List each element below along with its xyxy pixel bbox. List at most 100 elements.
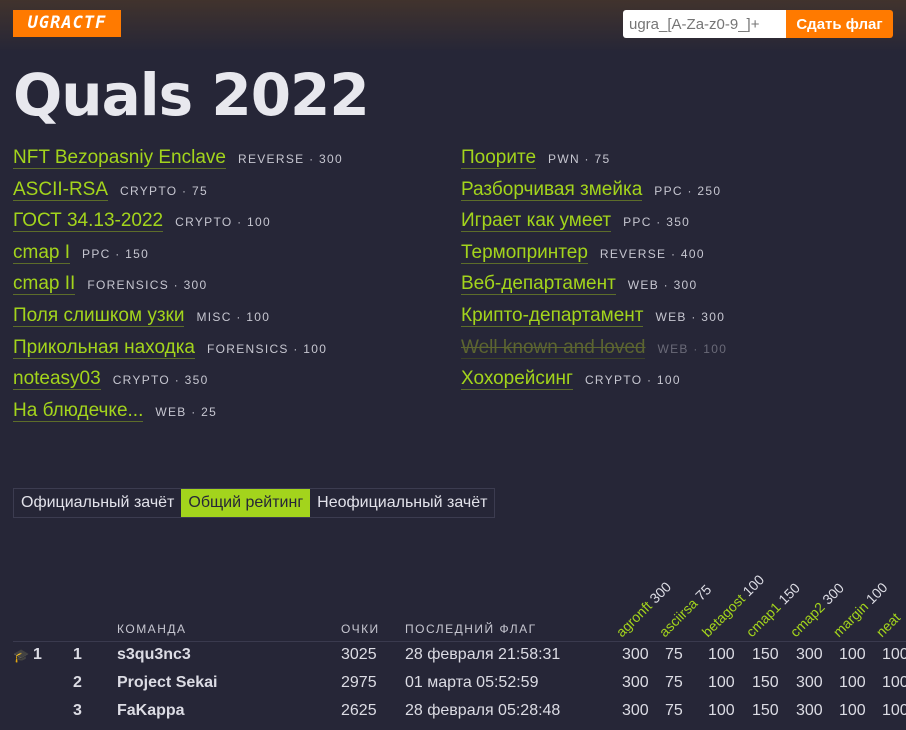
task-meta: WEB · 300	[627, 278, 698, 293]
table-row: 2 Project Sekai 2975 01 марта 05:52:59 300 75…	[0, 674, 906, 702]
task-score: 75	[665, 646, 683, 663]
task-score: 300	[622, 702, 649, 719]
task-column-name: neat	[872, 609, 904, 640]
tab-0[interactable]: Официальный зачёт	[14, 489, 181, 517]
task-item: NFT Bezopasniy Enclave REVERSE · 300	[13, 145, 343, 177]
task-column-header[interactable]: neat	[873, 609, 904, 640]
task-column-points: 100	[862, 579, 891, 607]
table-row: 3 FaKappa 2625 28 февраля 05:28:48 300 75 100 1…	[0, 702, 906, 730]
header-last-flag: ПОСЛЕДНИЙ ФЛАГ	[405, 622, 537, 636]
task-score: 300	[796, 702, 823, 719]
task-link[interactable]: Поля слишком узки	[13, 304, 185, 327]
task-link[interactable]: Играет как умеет	[461, 210, 612, 233]
task-column-name: margin	[829, 598, 872, 640]
task-column-points: 300	[819, 579, 847, 608]
tab-2[interactable]: Неофициальный зачёт	[310, 489, 494, 517]
official-place: 1	[33, 646, 42, 663]
task-item: Well known and loved WEB · 100	[461, 335, 727, 367]
team-name: Project Sekai	[117, 674, 218, 691]
task-list-left: NFT Bezopasniy Enclave REVERSE · 300 ASCII…	[13, 145, 343, 429]
flag-form: Сдать флаг	[623, 10, 893, 38]
task-item: Играет как умеет PPC · 350	[461, 208, 727, 240]
task-column-points: 100	[739, 571, 768, 600]
task-item: Хохорейсинг CRYPTO · 100	[461, 366, 727, 398]
task-meta: PPC · 350	[623, 215, 691, 230]
task-column-name: asciirsa	[655, 595, 701, 640]
task-meta: CRYPTO · 100	[584, 373, 681, 388]
task-score: 100	[839, 674, 866, 691]
tab-1[interactable]: Общий рейтинг	[181, 489, 311, 517]
task-score: 100	[882, 702, 906, 719]
page-title: Quals 2022	[13, 61, 370, 129]
task-link[interactable]: Крипто-департамент	[461, 304, 644, 327]
team-points: 2625	[341, 702, 377, 719]
team-name: FaKappa	[117, 702, 185, 719]
task-item: Поорите PWN · 75	[461, 145, 727, 177]
task-score: 300	[622, 674, 649, 691]
scoreboard-table: КОМАНДА ОЧКИ ПОСЛЕДНИЙ ФЛАГ agronft 300 a…	[0, 570, 906, 719]
task-meta: CRYPTO · 75	[120, 183, 208, 198]
task-meta: FORENSICS · 300	[87, 278, 208, 293]
task-score: 100	[882, 646, 906, 663]
task-meta: WEB · 100	[657, 341, 728, 356]
task-link[interactable]: NFT Bezopasniy Enclave	[13, 147, 226, 169]
task-link[interactable]: На блюдечке...	[13, 399, 144, 422]
task-item: Прикольная находка FORENSICS · 100	[13, 335, 343, 367]
task-link[interactable]: Хохорейсинг	[461, 368, 573, 391]
last-flag-time: 28 февраля 05:28:48	[405, 702, 561, 719]
task-list-right: Поорите PWN · 75 Разборчивая змейка PPC · 2…	[461, 145, 727, 398]
task-meta: FORENSICS · 100	[207, 341, 328, 356]
place: 1	[73, 646, 82, 663]
task-link[interactable]: Веб-департамент	[461, 273, 616, 296]
task-meta: PPC · 250	[654, 183, 722, 198]
task-score: 150	[752, 646, 779, 663]
scoreboard-tabs: Официальный зачёт Общий рейтинг Неофициаль…	[13, 488, 496, 518]
task-item: ГОСТ 34.13-2022 CRYPTO · 100	[13, 208, 343, 240]
task-meta: REVERSE · 400	[599, 246, 705, 261]
logo[interactable]: UGRACTF	[13, 10, 121, 37]
task-link[interactable]: noteasy03	[13, 368, 101, 391]
team-name: s3qu3nc3	[117, 646, 191, 663]
place: 2	[73, 674, 82, 691]
graduation-cap-icon: 🎓	[13, 648, 30, 663]
table-row: 🎓 1 1 s3qu3nc3 3025 28 февраля 21:58:31 300 75 1…	[0, 646, 906, 674]
task-score: 300	[796, 646, 823, 663]
task-score: 100	[839, 702, 866, 719]
task-item: cmap II FORENSICS · 300	[13, 271, 343, 303]
task-column-name: cmap2	[786, 598, 828, 640]
task-link[interactable]: cmap II	[13, 273, 76, 296]
team-points: 3025	[341, 646, 377, 663]
task-score: 100	[882, 674, 906, 691]
task-item: На блюдечке... WEB · 25	[13, 398, 343, 430]
top-bar: UGRACTF Сдать флаг	[0, 0, 906, 52]
task-item: Поля слишком узки MISC · 100	[13, 303, 343, 335]
task-link[interactable]: Разборчивая змейка	[461, 178, 643, 201]
task-meta: CRYPTO · 100	[175, 215, 271, 230]
submit-flag-button[interactable]: Сдать флаг	[786, 10, 893, 38]
task-link[interactable]: ASCII-RSA	[13, 178, 109, 201]
task-link[interactable]: Well known and loved	[461, 336, 646, 359]
task-item: cmap I PPC · 150	[13, 240, 343, 272]
last-flag-time: 01 марта 05:52:59	[405, 674, 539, 691]
header-points: ОЧКИ	[341, 622, 380, 636]
task-link[interactable]: cmap I	[13, 241, 71, 264]
task-link[interactable]: ГОСТ 34.13-2022	[13, 210, 164, 233]
task-link[interactable]: Поорите	[461, 147, 537, 169]
task-link[interactable]: Прикольная находка	[13, 336, 196, 359]
task-link[interactable]: Термопринтер	[461, 241, 588, 264]
flag-input[interactable]	[623, 10, 786, 38]
task-column-name: agronft	[612, 597, 655, 640]
task-score: 75	[665, 674, 683, 691]
task-column-name: cmap1	[742, 598, 784, 640]
task-meta: MISC · 100	[196, 309, 271, 324]
task-meta: PPC · 150	[82, 246, 150, 261]
task-meta: WEB · 25	[155, 404, 218, 419]
task-meta: PWN · 75	[548, 152, 611, 166]
task-meta: REVERSE · 300	[237, 152, 343, 166]
task-meta: CRYPTO · 350	[112, 373, 209, 388]
task-item: Веб-департамент WEB · 300	[461, 271, 727, 303]
place: 3	[73, 702, 82, 719]
task-score: 300	[622, 646, 649, 663]
team-points: 2975	[341, 674, 377, 691]
task-score: 100	[708, 646, 735, 663]
